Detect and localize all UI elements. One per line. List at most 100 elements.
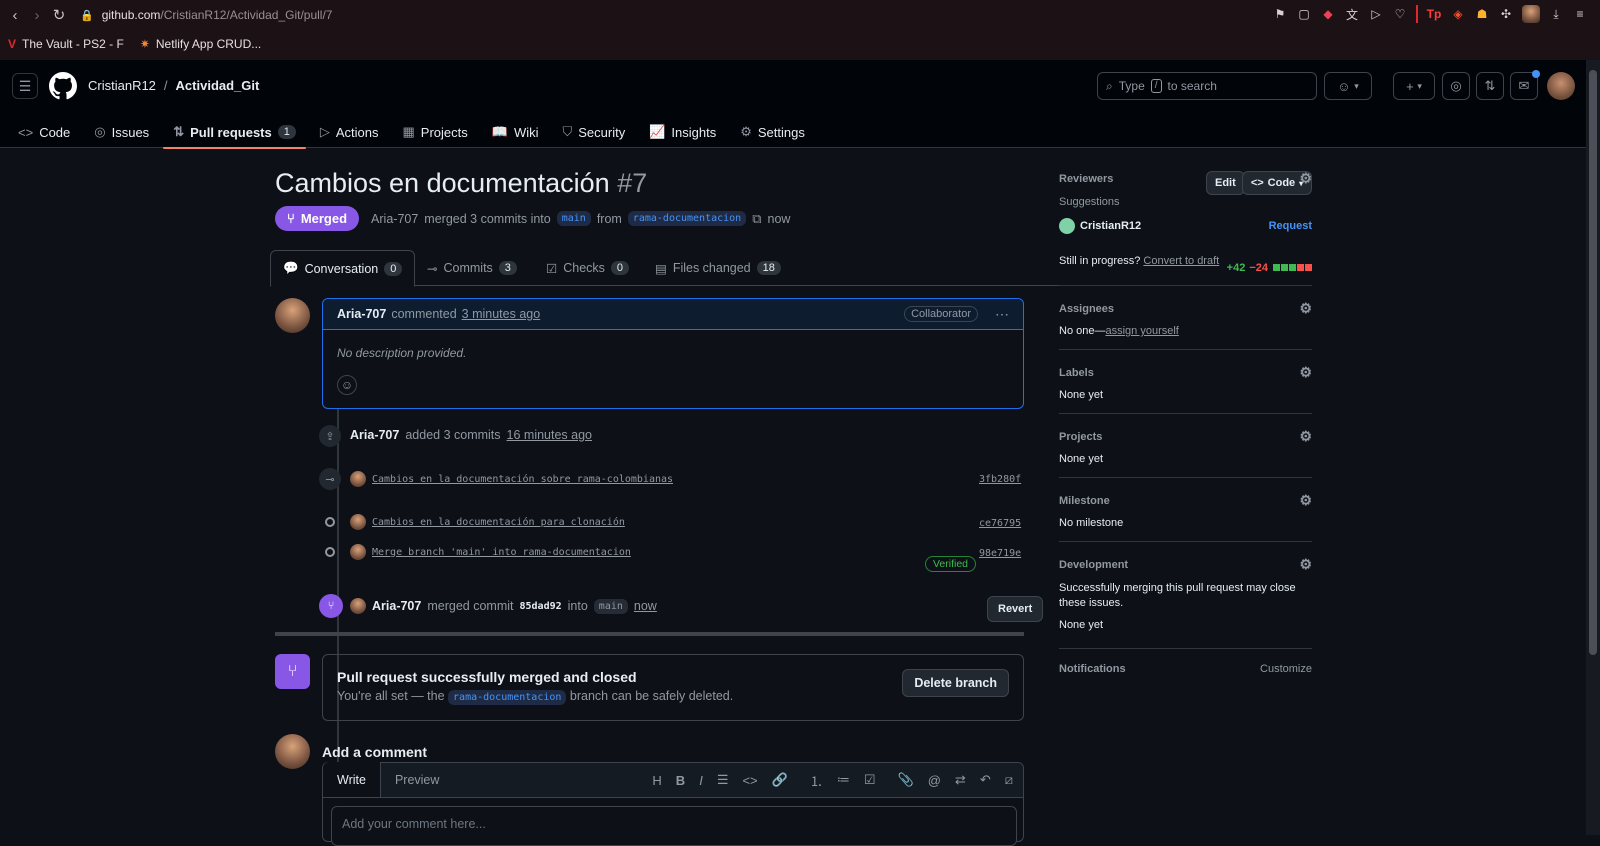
tab-code[interactable]: <> Code: [8, 116, 80, 148]
base-branch[interactable]: main: [556, 211, 591, 226]
back-icon[interactable]: ‹: [4, 4, 26, 26]
comment-author[interactable]: Aria-707: [337, 307, 386, 321]
link-icon[interactable]: 🔗: [772, 772, 788, 788]
tab-conversation[interactable]: 💬 Conversation 0: [270, 250, 416, 287]
extension-badge-icon[interactable]: ◈: [1450, 6, 1466, 22]
user-avatar[interactable]: [1547, 72, 1575, 100]
commit-sha-link[interactable]: 3fb280f: [979, 474, 1021, 485]
bold-icon[interactable]: B: [676, 773, 685, 788]
tab-security[interactable]: ⛉ Security: [553, 116, 636, 148]
forward-icon[interactable]: ›: [26, 4, 48, 26]
attach-icon[interactable]: 📎: [898, 772, 914, 788]
pull-requests-button[interactable]: ⇅: [1476, 72, 1504, 100]
translate-icon[interactable]: 文: [1344, 6, 1360, 22]
convert-to-draft-link[interactable]: Convert to draft: [1143, 255, 1219, 267]
commit-message-link[interactable]: Cambios en la documentación sobre rama-c…: [372, 474, 673, 485]
add-reaction-button[interactable]: ☺: [337, 375, 357, 395]
play-icon[interactable]: ▷: [1368, 6, 1384, 22]
ordered-list-icon[interactable]: ⒈: [810, 771, 823, 790]
assign-yourself-link[interactable]: assign yourself: [1105, 325, 1178, 337]
delete-branch-button[interactable]: Delete branch: [902, 669, 1009, 697]
scrollbar[interactable]: [1586, 60, 1600, 835]
inbox-button[interactable]: ✉: [1510, 70, 1540, 100]
heart-icon[interactable]: ♡: [1392, 6, 1408, 22]
author-link[interactable]: Aria-707: [371, 212, 418, 226]
scrollbar-thumb[interactable]: [1589, 70, 1597, 655]
verified-badge[interactable]: Verified: [925, 556, 977, 572]
slash-command-icon[interactable]: ⧄: [1005, 772, 1013, 788]
screenshot-icon[interactable]: ▢: [1296, 6, 1312, 22]
gear-icon[interactable]: ⚙: [1299, 428, 1312, 445]
heading-icon[interactable]: H: [652, 773, 661, 788]
code-icon[interactable]: <>: [742, 773, 757, 788]
quote-icon[interactable]: ☰: [717, 772, 729, 788]
bookmark-item[interactable]: V The Vault - PS2 - F: [8, 37, 124, 51]
menu-icon[interactable]: ≡: [1572, 6, 1588, 22]
reply-icon[interactable]: ↶: [980, 772, 991, 788]
download-icon[interactable]: ⤓: [1548, 6, 1564, 22]
commit-sha-link[interactable]: ce76795: [979, 518, 1021, 529]
tab-files-changed[interactable]: ▤ Files changed 18: [643, 250, 793, 286]
avatar[interactable]: [350, 514, 366, 530]
avatar[interactable]: [275, 298, 310, 333]
search-input[interactable]: ⌕ Type / to search: [1097, 72, 1317, 100]
tab-projects[interactable]: ▦ Projects: [393, 116, 478, 148]
event-author[interactable]: Aria-707: [372, 599, 421, 613]
revert-button[interactable]: Revert: [987, 596, 1044, 622]
gear-icon[interactable]: ⚙: [1299, 364, 1312, 381]
issues-button[interactable]: ◎: [1442, 72, 1470, 100]
event-time[interactable]: now: [634, 599, 657, 613]
profile-avatar[interactable]: [1522, 5, 1540, 23]
bookmark-icon[interactable]: ⚑: [1272, 6, 1288, 22]
event-author[interactable]: Aria-707: [350, 428, 399, 442]
base-branch[interactable]: main: [593, 598, 628, 614]
puzzle-icon[interactable]: ✣: [1498, 6, 1514, 22]
tab-insights[interactable]: 📈 Insights: [639, 116, 726, 148]
event-time[interactable]: 16 minutes ago: [507, 428, 592, 442]
customize-link[interactable]: Customize: [1260, 663, 1312, 675]
gear-icon[interactable]: ⚙: [1299, 300, 1312, 317]
tab-issues[interactable]: ◎ Issues: [84, 116, 159, 148]
request-review-link[interactable]: Request: [1269, 220, 1312, 232]
address-bar[interactable]: 🔒 github.com/CristianR12/Actividad_Git/p…: [80, 8, 332, 22]
tab-commits[interactable]: ⊸ Commits 3: [415, 250, 529, 286]
tab-pull-requests[interactable]: ⇅ Pull requests 1: [163, 116, 306, 149]
github-logo-icon[interactable]: [49, 72, 77, 100]
avatar[interactable]: [350, 544, 366, 560]
head-branch[interactable]: rama-documentacion: [627, 211, 747, 226]
bookmark-item[interactable]: ✷ Netlify App CRUD...: [140, 37, 261, 51]
repo-name-link[interactable]: Actividad_Git: [176, 78, 260, 93]
head-branch[interactable]: rama-documentacion: [448, 690, 567, 705]
tab-checks[interactable]: ☑ Checks 0: [534, 250, 641, 286]
avatar[interactable]: [350, 598, 366, 614]
unordered-list-icon[interactable]: ≔: [837, 772, 850, 788]
pocket-icon[interactable]: ◆: [1320, 6, 1336, 22]
gear-icon[interactable]: ⚙: [1299, 556, 1312, 573]
task-list-icon[interactable]: ☑: [864, 772, 876, 788]
repo-owner-link[interactable]: CristianR12: [88, 78, 156, 93]
avatar[interactable]: [1059, 218, 1075, 234]
gear-icon[interactable]: ⚙: [1299, 492, 1312, 509]
avatar[interactable]: [350, 471, 366, 487]
italic-icon[interactable]: I: [699, 773, 703, 788]
gear-icon[interactable]: ⚙: [1299, 170, 1312, 187]
kebab-menu-icon[interactable]: ⋯: [995, 306, 1009, 323]
mention-icon[interactable]: @: [928, 773, 941, 788]
cross-reference-icon[interactable]: ⇄: [955, 772, 966, 788]
copy-icon[interactable]: ⧉: [752, 211, 761, 227]
hamburger-menu-button[interactable]: ☰: [12, 73, 38, 99]
merge-commit-sha[interactable]: 85dad92: [519, 601, 561, 612]
reload-icon[interactable]: ↻: [48, 4, 70, 26]
tab-wiki[interactable]: 📖 Wiki: [482, 116, 549, 148]
extension-lion-icon[interactable]: ☗: [1474, 6, 1490, 22]
tab-write[interactable]: Write: [323, 762, 381, 797]
commit-message-link[interactable]: Cambios en la documentación para clonaci…: [372, 517, 625, 528]
comment-textarea[interactable]: Add your comment here...: [331, 806, 1017, 846]
comment-time[interactable]: 3 minutes ago: [462, 307, 541, 321]
suggested-reviewer[interactable]: CristianR12: [1080, 220, 1141, 232]
tab-settings[interactable]: ⚙ Settings: [730, 116, 815, 148]
copilot-button[interactable]: ☺ ▾: [1324, 72, 1372, 100]
tab-preview[interactable]: Preview: [381, 763, 453, 797]
commit-message-link[interactable]: Merge branch 'main' into rama-documentac…: [372, 547, 631, 558]
extension-tp-icon[interactable]: Tp: [1426, 6, 1442, 22]
